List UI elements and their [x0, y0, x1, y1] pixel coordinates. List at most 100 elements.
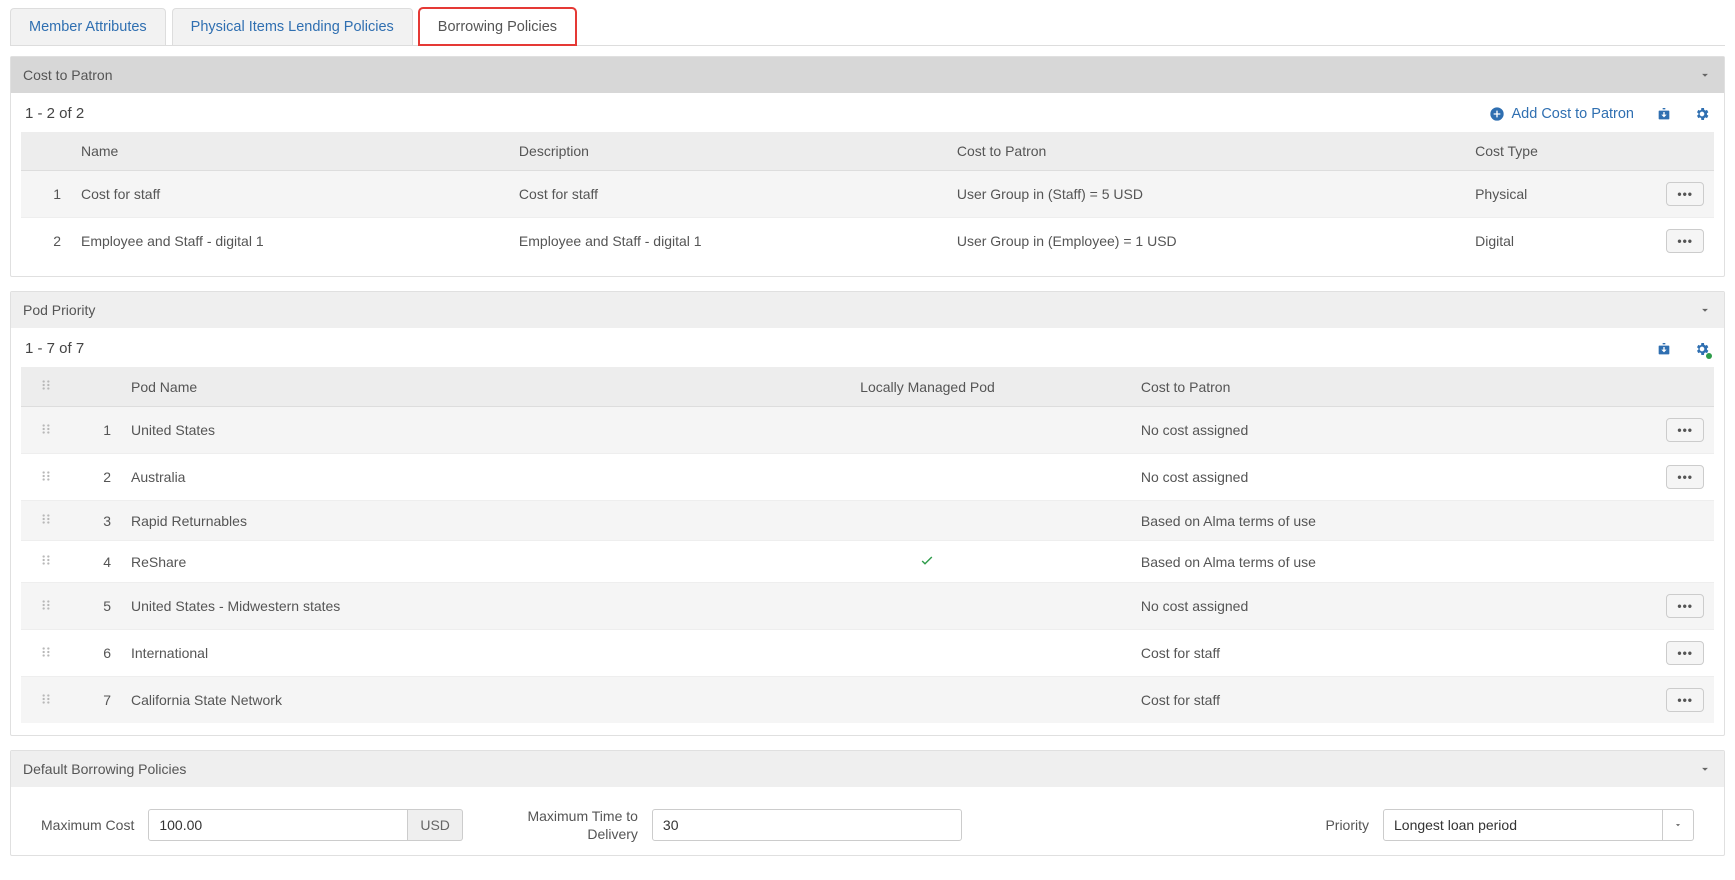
- row-index: 2: [21, 218, 71, 265]
- row-index: 1: [21, 171, 71, 218]
- chevron-down-icon: [1698, 303, 1712, 317]
- row-cost: Based on Alma terms of use: [1131, 501, 1644, 541]
- drag-handle-icon[interactable]: [39, 513, 53, 529]
- table-row: 4ReShare Based on Alma terms of use: [21, 541, 1714, 583]
- panel-header-default-policies[interactable]: Default Borrowing Policies: [11, 751, 1724, 787]
- row-locally-managed: [724, 407, 1131, 454]
- check-icon: [919, 555, 935, 571]
- record-count: 1 - 7 of 7: [25, 340, 84, 357]
- priority-display[interactable]: [1383, 809, 1663, 841]
- panel-default-policies: Default Borrowing Policies Maximum Cost …: [10, 750, 1725, 856]
- row-cost: Cost for staff: [1131, 630, 1644, 677]
- table-row: 2 Employee and Staff - digital 1 Employe…: [21, 218, 1714, 265]
- panel-title: Cost to Patron: [23, 67, 113, 83]
- row-actions-button[interactable]: •••: [1666, 641, 1704, 665]
- add-cost-to-patron-button[interactable]: Add Cost to Patron: [1489, 106, 1634, 122]
- record-count: 1 - 2 of 2: [25, 105, 84, 122]
- pod-priority-table: Pod Name Locally Managed Pod Cost to Pat…: [21, 367, 1714, 723]
- panel-title: Default Borrowing Policies: [23, 761, 186, 777]
- row-index: 3: [71, 501, 121, 541]
- col-actions: [1644, 132, 1714, 171]
- tab-member-attributes[interactable]: Member Attributes: [10, 8, 166, 45]
- tabs-bar: Member Attributes Physical Items Lending…: [10, 8, 1725, 46]
- drag-handle-icon[interactable]: [39, 470, 53, 486]
- panel-header-cost-to-patron[interactable]: Cost to Patron: [11, 57, 1724, 93]
- priority-label: Priority: [1325, 817, 1369, 833]
- row-index: 7: [71, 677, 121, 724]
- panel-header-pod-priority[interactable]: Pod Priority: [11, 292, 1724, 328]
- row-actions-button[interactable]: •••: [1666, 418, 1704, 442]
- row-name: Cost for staff: [71, 171, 509, 218]
- caret-down-icon[interactable]: [1663, 809, 1694, 841]
- row-locally-managed: [724, 454, 1131, 501]
- row-pod-name: California State Network: [121, 677, 724, 724]
- max-time-label: Maximum Time to Delivery: [503, 807, 638, 843]
- row-pod-name: Australia: [121, 454, 724, 501]
- max-time-input[interactable]: [652, 809, 962, 841]
- col-actions: [1644, 367, 1714, 407]
- row-index: 4: [71, 541, 121, 583]
- tab-borrowing-policies[interactable]: Borrowing Policies: [419, 8, 576, 45]
- row-locally-managed: [724, 630, 1131, 677]
- row-cost: User Group in (Staff) = 5 USD: [947, 171, 1465, 218]
- col-cost: Cost to Patron: [947, 132, 1465, 171]
- row-actions-button[interactable]: •••: [1666, 229, 1704, 253]
- row-name: Employee and Staff - digital 1: [71, 218, 509, 265]
- row-cost: No cost assigned: [1131, 583, 1644, 630]
- chevron-down-icon: [1698, 762, 1712, 776]
- col-cost-type: Cost Type: [1465, 132, 1644, 171]
- row-actions-button[interactable]: •••: [1666, 465, 1704, 489]
- table-row: 5United States - Midwestern statesNo cos…: [21, 583, 1714, 630]
- row-actions-button[interactable]: •••: [1666, 688, 1704, 712]
- row-locally-managed: [724, 677, 1131, 724]
- drag-handle-icon[interactable]: [39, 693, 53, 709]
- table-row: 7California State Network Cost for staff •…: [21, 677, 1714, 724]
- form-group-priority: Priority: [1325, 809, 1694, 841]
- row-pod-name: ReShare: [121, 541, 724, 583]
- row-index: 1: [71, 407, 121, 454]
- col-name: Name: [71, 132, 509, 171]
- row-pod-name: International: [121, 630, 724, 677]
- tab-label: Physical Items Lending Policies: [191, 19, 394, 35]
- row-locally-managed: [724, 583, 1131, 630]
- row-index: 6: [71, 630, 121, 677]
- table-row: 2AustraliaNo cost assigned•••: [21, 454, 1714, 501]
- row-cost: User Group in (Employee) = 1 USD: [947, 218, 1465, 265]
- row-cost: No cost assigned: [1131, 407, 1644, 454]
- row-actions-button[interactable]: •••: [1666, 594, 1704, 618]
- row-locally-managed: [724, 501, 1131, 541]
- plus-circle-icon: [1489, 106, 1505, 122]
- row-actions-button[interactable]: •••: [1666, 182, 1704, 206]
- gear-icon[interactable]: [1694, 341, 1710, 357]
- add-label: Add Cost to Patron: [1511, 106, 1634, 122]
- gear-icon[interactable]: [1694, 106, 1710, 122]
- currency-addon: USD: [408, 809, 463, 841]
- row-description: Cost for staff: [509, 171, 947, 218]
- row-cost: No cost assigned: [1131, 454, 1644, 501]
- drag-handle-icon[interactable]: [39, 646, 53, 662]
- export-icon[interactable]: [1656, 106, 1672, 122]
- form-group-max-cost: Maximum Cost USD: [41, 809, 463, 841]
- max-cost-input[interactable]: [148, 809, 408, 841]
- row-locally-managed: [724, 541, 1131, 583]
- table-row: 6International Cost for staff •••: [21, 630, 1714, 677]
- panel-cost-to-patron: Cost to Patron 1 - 2 of 2 Add Cost to Pa…: [10, 56, 1725, 277]
- row-index: 5: [71, 583, 121, 630]
- col-index: [71, 367, 121, 407]
- col-drag: [21, 367, 71, 407]
- drag-handle-icon[interactable]: [39, 599, 53, 615]
- row-cost: Cost for staff: [1131, 677, 1644, 724]
- col-cost: Cost to Patron: [1131, 367, 1644, 407]
- cost-to-patron-table: Name Description Cost to Patron Cost Typ…: [21, 132, 1714, 264]
- export-icon[interactable]: [1656, 341, 1672, 357]
- drag-handle-icon[interactable]: [39, 554, 53, 570]
- row-cost: Based on Alma terms of use: [1131, 541, 1644, 583]
- row-description: Employee and Staff - digital 1: [509, 218, 947, 265]
- col-description: Description: [509, 132, 947, 171]
- table-row: 1 Cost for staff Cost for staff User Gro…: [21, 171, 1714, 218]
- priority-select[interactable]: [1383, 809, 1694, 841]
- drag-handle-icon[interactable]: [39, 423, 53, 439]
- tab-lending-policies[interactable]: Physical Items Lending Policies: [172, 8, 413, 45]
- col-locally-managed: Locally Managed Pod: [724, 367, 1131, 407]
- form-group-max-time: Maximum Time to Delivery: [503, 807, 962, 843]
